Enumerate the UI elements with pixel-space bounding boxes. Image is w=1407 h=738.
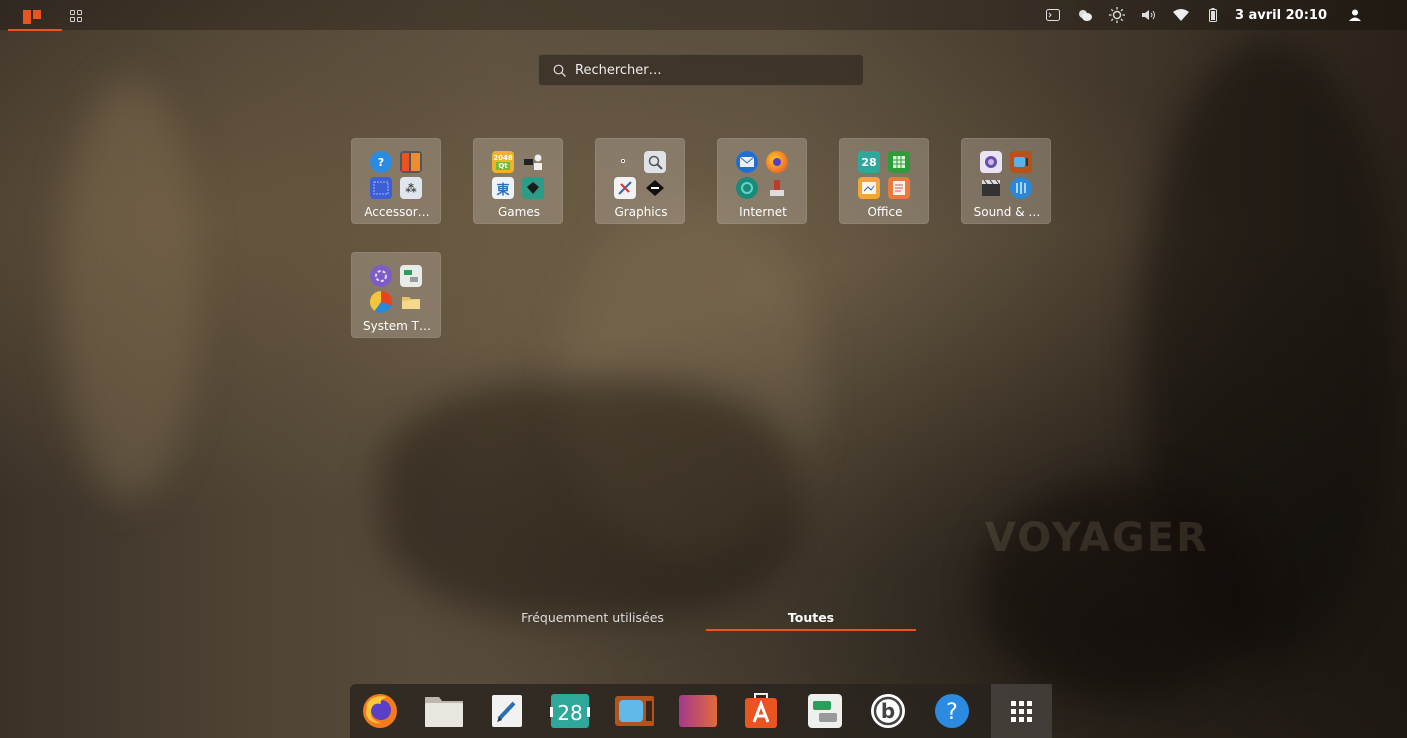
show-applications-button[interactable]	[991, 684, 1052, 738]
volume-icon[interactable]	[1137, 0, 1161, 30]
folder-games[interactable]: 2048 Qt 東 Games	[473, 138, 563, 224]
wallpaper-shadow	[980, 480, 1260, 700]
image-viewer-icon	[644, 151, 666, 173]
system-tray: 3 avril 20:10	[1033, 0, 1407, 30]
gimp-icon	[614, 151, 636, 173]
firefox-icon[interactable]	[360, 691, 400, 731]
text-editor-icon[interactable]	[487, 691, 527, 731]
files-icon[interactable]	[423, 691, 463, 731]
activities-button[interactable]	[8, 6, 62, 31]
battery-icon[interactable]	[1201, 0, 1225, 30]
help-icon[interactable]: ?	[932, 691, 972, 731]
tab-frequent[interactable]: Fréquemment utilisées	[495, 610, 690, 630]
search-input[interactable]	[575, 55, 855, 85]
tv-icon	[1010, 151, 1032, 173]
tv-icon[interactable]	[614, 691, 654, 731]
disk-usage-icon	[370, 291, 392, 313]
mahjongg-icon: 東	[492, 177, 514, 199]
wallpaper-highlight	[60, 80, 200, 500]
folder-system-tools[interactable]: System T…	[351, 252, 441, 338]
boot-repair-icon[interactable]: b	[868, 691, 908, 731]
calendar-icon: 28	[858, 151, 880, 173]
audio-recorder-icon	[980, 151, 1002, 173]
ubuntu-activities-icon-part	[33, 10, 41, 19]
music-icon	[1010, 177, 1032, 199]
wallpaper-shadow	[380, 380, 800, 620]
video-editor-icon	[980, 177, 1002, 199]
impress-icon	[858, 177, 880, 199]
folder-label: Games	[498, 205, 540, 219]
activities-underline	[8, 29, 62, 31]
folder-label: Sound & …	[973, 205, 1041, 219]
ubuntu-activities-icon	[23, 10, 31, 24]
folder-office[interactable]: 28 Office	[839, 138, 929, 224]
screenshot-icon	[370, 177, 392, 199]
app-grid-icon[interactable]	[70, 10, 82, 22]
wallpaper-watermark: VOYAGER	[985, 515, 1209, 561]
folder-internet[interactable]: Internet	[717, 138, 807, 224]
dock: 28 b ?	[350, 684, 1052, 738]
folder-sound-video[interactable]: Sound & …	[961, 138, 1051, 224]
calculator-icon	[400, 151, 422, 173]
user-icon[interactable]	[1343, 0, 1367, 30]
brightness-icon[interactable]	[1105, 0, 1129, 30]
folder-label: Accessor…	[364, 205, 430, 219]
2048-icon: 2048 Qt	[492, 151, 514, 173]
help-icon: ?	[370, 151, 392, 173]
calendar-icon[interactable]: 28	[550, 691, 590, 731]
clock[interactable]: 3 avril 20:10	[1235, 8, 1327, 23]
draw-icon	[614, 177, 636, 199]
folder-accessories[interactable]: ? ⁂ Accessor…	[351, 138, 441, 224]
settings-icon	[370, 265, 392, 287]
show-applications-icon	[1001, 691, 1041, 731]
inkscape-icon	[644, 177, 666, 199]
weather-icon[interactable]	[1073, 0, 1097, 30]
document-icon	[888, 177, 910, 199]
spreadsheet-icon	[888, 151, 910, 173]
remote-desktop-icon	[736, 177, 758, 199]
folder-label: Graphics	[614, 205, 668, 219]
firefox-icon	[766, 151, 788, 173]
chess-icon	[522, 151, 544, 173]
tweaks-icon	[400, 265, 422, 287]
folder-graphics[interactable]: Graphics	[595, 138, 685, 224]
svg-text:b: b	[881, 699, 895, 723]
tab-all[interactable]: Toutes	[706, 610, 916, 630]
search-icon	[553, 63, 567, 82]
tweaks-icon[interactable]	[805, 691, 845, 731]
folder-label: Office	[867, 205, 903, 219]
folder-label: Internet	[739, 205, 787, 219]
mines-icon	[522, 177, 544, 199]
terminal-icon[interactable]	[1041, 0, 1065, 30]
search-box[interactable]	[538, 54, 864, 86]
transmission-icon	[766, 177, 788, 199]
software-center-icon[interactable]	[741, 691, 781, 731]
character-map-icon: ⁂	[400, 177, 422, 199]
thunderbird-icon	[736, 151, 758, 173]
files-icon	[400, 291, 422, 313]
svg-text:?: ?	[946, 700, 958, 725]
folder-label: System T…	[363, 319, 431, 333]
active-tab-indicator	[706, 629, 916, 631]
svg-text:28: 28	[557, 701, 582, 725]
video-editor-icon[interactable]	[678, 691, 718, 731]
top-bar: 3 avril 20:10	[0, 0, 1407, 31]
wifi-icon[interactable]	[1169, 0, 1193, 30]
